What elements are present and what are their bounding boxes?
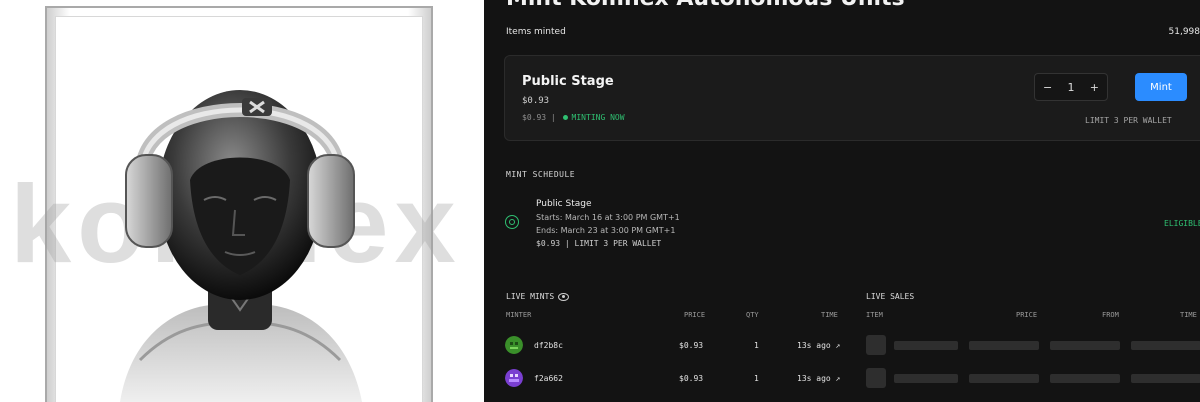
loading-placeholder bbox=[894, 374, 958, 383]
stage-price-small: $0.93 bbox=[522, 113, 547, 122]
quantity-value: 1 bbox=[1067, 80, 1075, 94]
stage-status-line: $0.93 | MINTING NOW bbox=[522, 113, 625, 122]
minter-avatar bbox=[505, 336, 523, 354]
schedule-details: $0.93 | LIMIT 3 PER WALLET bbox=[536, 239, 662, 248]
items-minted-label: Items minted bbox=[506, 27, 566, 37]
mint-qty: 1 bbox=[754, 374, 759, 383]
stage-name: Public Stage bbox=[522, 74, 614, 89]
headphone-bust-image bbox=[120, 90, 362, 402]
schedule-stage-name: Public Stage bbox=[536, 199, 592, 209]
sale-item-placeholder bbox=[866, 368, 886, 388]
minter-id[interactable]: f2a662 bbox=[534, 374, 563, 383]
eligibility-badge: ELIGIBLE bbox=[1164, 219, 1200, 228]
live-mints-heading: LIVE MINTS bbox=[506, 292, 570, 301]
col-sale-price: PRICE bbox=[1016, 311, 1038, 319]
minter-id[interactable]: df2b8c bbox=[534, 341, 563, 350]
col-sale-time: TIME bbox=[1180, 311, 1197, 319]
items-minted-count: 51,998 bbox=[1168, 27, 1200, 37]
eye-icon[interactable] bbox=[558, 292, 570, 301]
live-dot-icon bbox=[562, 114, 568, 120]
loading-placeholder bbox=[1050, 374, 1120, 383]
schedule-start: Starts: March 16 at 3:00 PM GMT+1 bbox=[536, 213, 680, 222]
minter-avatar bbox=[505, 369, 523, 387]
mint-panel: Mint Komnex Autonomous Units Items minte… bbox=[484, 0, 1200, 402]
loading-placeholder bbox=[1131, 341, 1200, 350]
minting-status: MINTING NOW bbox=[571, 113, 625, 122]
col-minter: MINTER bbox=[506, 311, 532, 319]
mint-time-link[interactable]: 13s ago ↗ bbox=[797, 341, 840, 350]
stage-status-icon bbox=[505, 215, 519, 229]
loading-placeholder bbox=[1050, 341, 1120, 350]
col-qty: QTY bbox=[746, 311, 759, 319]
sale-item-placeholder bbox=[866, 335, 886, 355]
mint-button[interactable]: Mint bbox=[1135, 73, 1187, 101]
mint-price: $0.93 bbox=[679, 341, 704, 350]
mint-schedule-heading: MINT SCHEDULE bbox=[506, 170, 576, 179]
col-item: ITEM bbox=[866, 311, 883, 319]
stage-price: $0.93 bbox=[522, 96, 550, 106]
schedule-end: Ends: March 23 at 3:00 PM GMT+1 bbox=[536, 226, 676, 235]
decrement-button[interactable]: − bbox=[1043, 81, 1052, 94]
mint-time-link[interactable]: 13s ago ↗ bbox=[797, 374, 840, 383]
loading-placeholder bbox=[969, 341, 1039, 350]
live-sales-heading: LIVE SALES bbox=[866, 292, 915, 301]
loading-placeholder bbox=[894, 341, 958, 350]
increment-button[interactable]: + bbox=[1090, 81, 1099, 94]
col-time: TIME bbox=[821, 311, 838, 319]
quantity-stepper[interactable]: − 1 + bbox=[1034, 73, 1108, 101]
col-from: FROM bbox=[1102, 311, 1119, 319]
public-stage-card: Public Stage $0.93 $0.93 | MINTING NOW −… bbox=[504, 55, 1200, 141]
loading-placeholder bbox=[1131, 374, 1200, 383]
mint-price: $0.93 bbox=[679, 374, 704, 383]
wallet-limit: LIMIT 3 PER WALLET bbox=[1085, 116, 1172, 125]
page-title: Mint Komnex Autonomous Units bbox=[506, 0, 905, 11]
col-price: PRICE bbox=[684, 311, 706, 319]
mint-qty: 1 bbox=[754, 341, 759, 350]
artwork-panel: komnex bbox=[0, 0, 484, 402]
loading-placeholder bbox=[969, 374, 1039, 383]
